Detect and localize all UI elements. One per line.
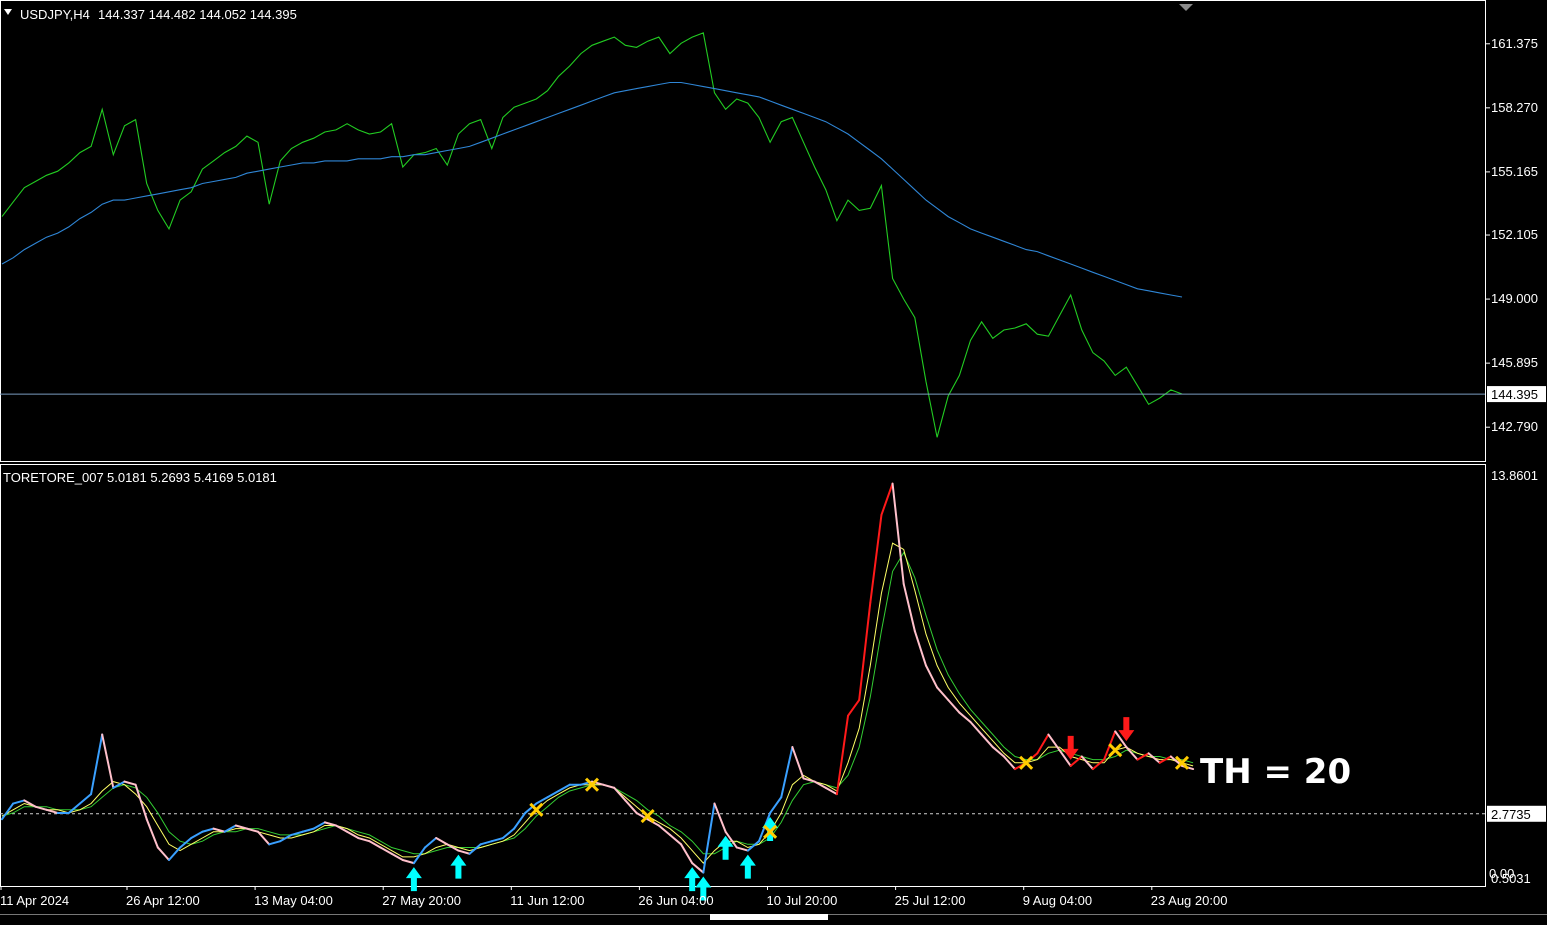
time-tick-label: 25 Jul 12:00 [895, 893, 966, 908]
price-ohlc: 144.337 144.482 144.052 144.395 [98, 7, 297, 22]
price-title: USDJPY,H4 [20, 7, 90, 22]
indicator-zero-label: 0.00 [1489, 866, 1514, 881]
threshold-annotation: TH = 20 [1200, 752, 1351, 792]
price-tick-label: 155.165 [1491, 164, 1538, 179]
price-tick-label: 149.000 [1491, 291, 1538, 306]
price-tick-label: 158.270 [1491, 100, 1538, 115]
time-tick-label: 23 Aug 20:00 [1151, 893, 1228, 908]
price-tick-label: 152.105 [1491, 227, 1538, 242]
time-tick-label: 13 May 04:00 [254, 893, 333, 908]
level-label: 2.7735 [1491, 807, 1531, 822]
time-tick-label: 26 Jun 04:00 [638, 893, 713, 908]
indicator-tick-label: 13.8601 [1491, 468, 1538, 483]
scrollbar-thumb[interactable] [710, 914, 828, 920]
chart-window: USDJPY,H4 144.337 144.482 144.052 144.39… [0, 0, 1547, 920]
price-tick-label: 142.790 [1491, 419, 1538, 434]
chart-canvas: USDJPY,H4 144.337 144.482 144.052 144.39… [0, 0, 1547, 920]
time-tick-label: 11 Apr 2024 [0, 893, 69, 908]
current-price-label: 144.395 [1491, 387, 1538, 402]
indicator-title: TORETORE_007 [3, 470, 104, 485]
price-tick-label: 161.375 [1491, 36, 1538, 51]
indicator-values: 5.0181 5.2693 5.4169 5.0181 [107, 470, 277, 485]
time-tick-label: 27 May 20:00 [382, 893, 461, 908]
price-tick-label: 145.895 [1491, 355, 1538, 370]
time-tick-label: 10 Jul 20:00 [767, 893, 838, 908]
time-tick-label: 26 Apr 12:00 [126, 893, 200, 908]
time-tick-label: 9 Aug 04:00 [1023, 893, 1092, 908]
time-tick-label: 11 Jun 12:00 [510, 893, 584, 908]
